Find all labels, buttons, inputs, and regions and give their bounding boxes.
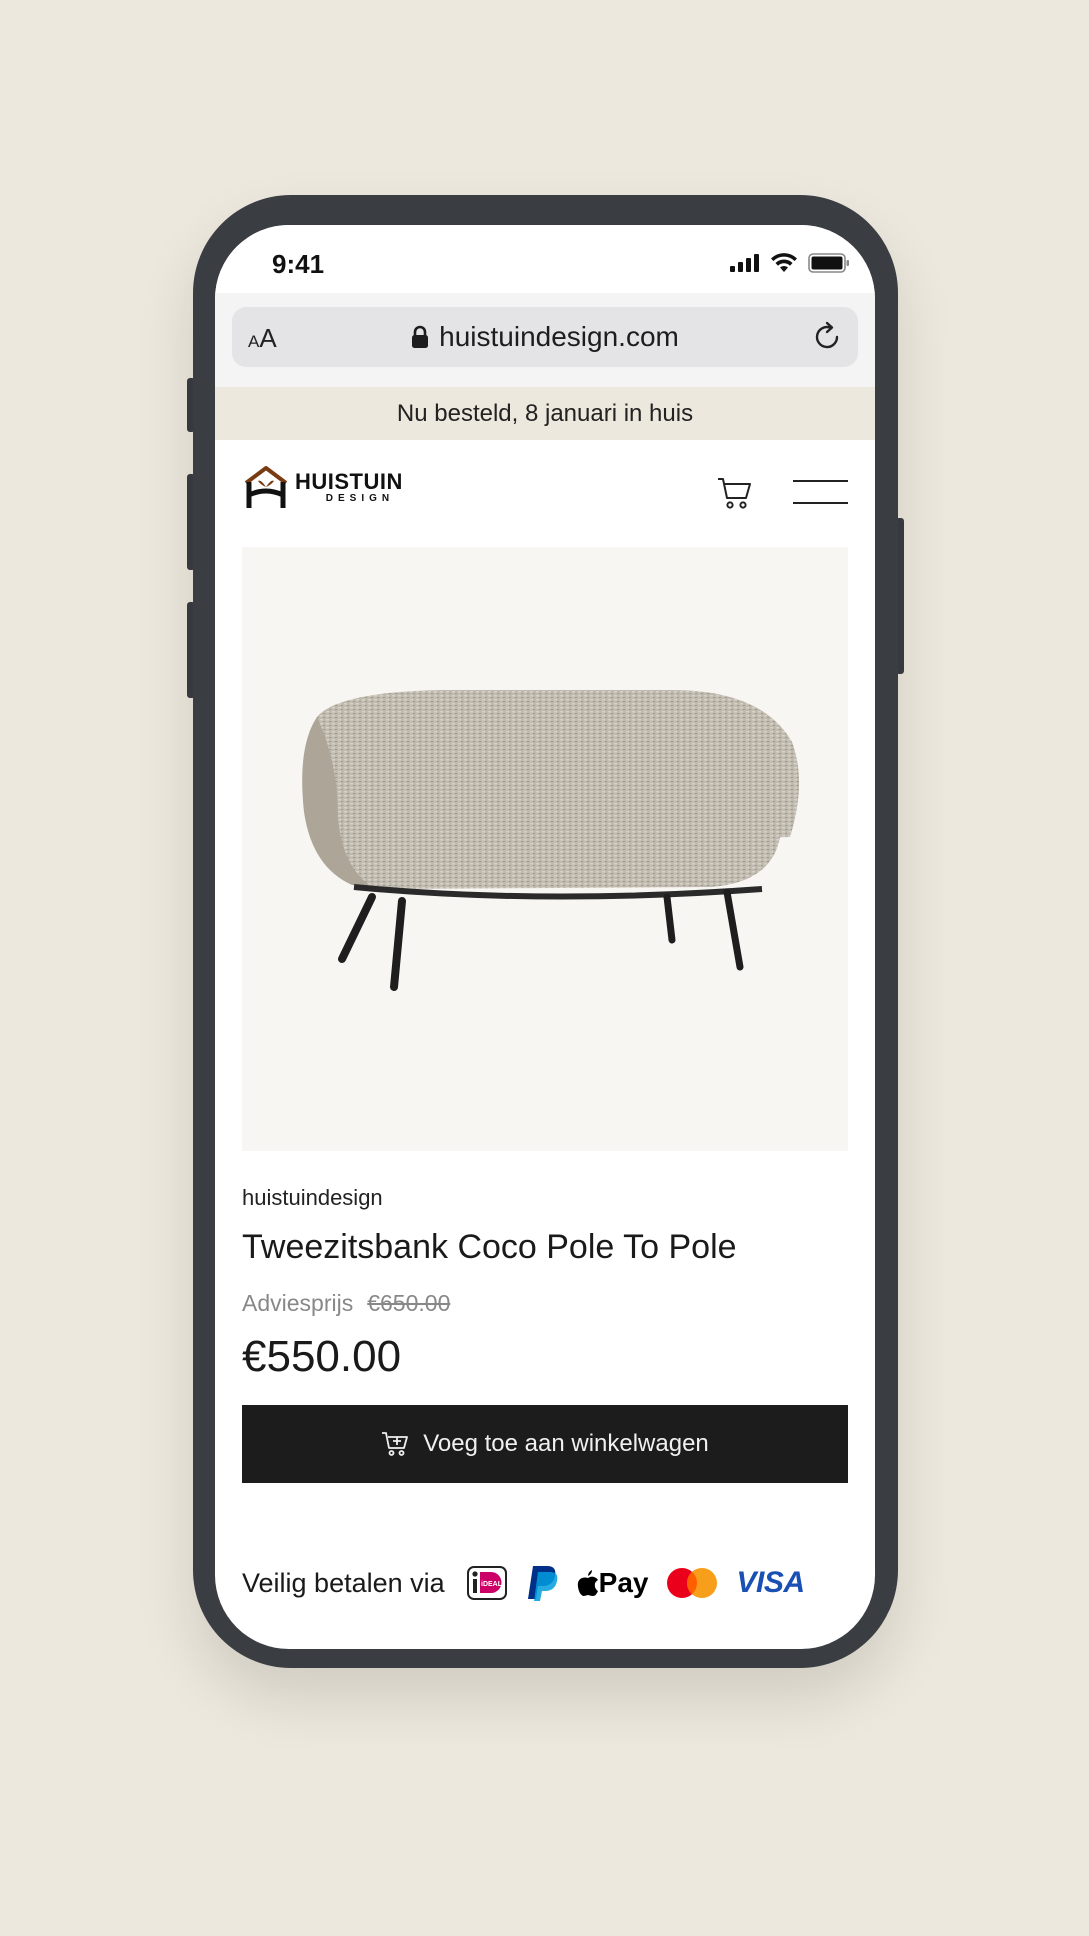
status-bar: 9:41 bbox=[215, 225, 875, 293]
paypal-icon bbox=[527, 1566, 558, 1601]
product-title: Tweezitsbank Coco Pole To Pole bbox=[242, 1228, 737, 1266]
battery-icon bbox=[808, 253, 849, 273]
product-brand[interactable]: huistuindesign bbox=[242, 1185, 383, 1211]
apple-pay-text: Pay bbox=[598, 1567, 649, 1598]
advice-price-row: Adviesprijs €650.00 bbox=[242, 1290, 450, 1317]
url-text: huistuindesign.com bbox=[439, 321, 679, 352]
advice-price-label: Adviesprijs bbox=[242, 1290, 354, 1316]
logo-sub-text: DESIGN bbox=[325, 492, 395, 504]
logo-wordmark: HUISTUIN DESIGN bbox=[295, 468, 403, 504]
reload-icon[interactable] bbox=[810, 320, 844, 354]
url-display: huistuindesign.com bbox=[232, 321, 858, 353]
announcement-bar: Nu besteld, 8 januari in huis bbox=[215, 387, 875, 440]
ideal-icon: iDEAL bbox=[466, 1566, 507, 1600]
site-logo[interactable]: HUISTUIN DESIGN bbox=[243, 465, 403, 509]
add-to-cart-label: Voeg toe aan winkelwagen bbox=[423, 1430, 709, 1457]
product-image[interactable] bbox=[242, 547, 848, 1151]
wifi-icon bbox=[771, 253, 797, 272]
add-to-cart-icon bbox=[382, 1432, 409, 1456]
phone-screen: 9:41 AA huistuindesign.com Nu besteld, 8… bbox=[215, 225, 875, 1649]
old-price: €650.00 bbox=[367, 1290, 451, 1316]
status-time: 9:41 bbox=[272, 249, 325, 279]
house-logo-icon bbox=[244, 466, 288, 508]
sofa-image bbox=[302, 690, 800, 991]
mastercard-icon bbox=[667, 1568, 718, 1598]
payment-label: Veilig betalen via bbox=[242, 1567, 445, 1598]
ideal-icon-text: iDEAL bbox=[481, 1581, 503, 1588]
logo-main-text: HUISTUIN bbox=[295, 468, 403, 494]
payment-icons: iDEAL Pay VISA bbox=[466, 1564, 805, 1602]
apple-logo-icon bbox=[577, 1570, 598, 1596]
cellular-signal-icon bbox=[730, 254, 759, 272]
address-bar[interactable]: AA huistuindesign.com bbox=[232, 307, 858, 367]
product-price: €550.00 bbox=[242, 1332, 402, 1381]
lock-icon bbox=[412, 325, 429, 348]
hamburger-menu-icon[interactable] bbox=[793, 480, 848, 504]
apple-pay-icon: Pay bbox=[577, 1567, 649, 1599]
page-background: 9:41 AA huistuindesign.com Nu besteld, 8… bbox=[0, 0, 1089, 1936]
visa-icon: VISA bbox=[736, 1566, 805, 1599]
payment-methods-row: Veilig betalen via iDEAL Pay VISA bbox=[242, 1558, 848, 1608]
cart-icon[interactable] bbox=[717, 476, 753, 510]
browser-toolbar: AA huistuindesign.com bbox=[215, 293, 875, 387]
add-to-cart-button[interactable]: Voeg toe aan winkelwagen bbox=[242, 1405, 848, 1483]
site-header: HUISTUIN DESIGN bbox=[215, 440, 875, 540]
status-icons bbox=[730, 253, 850, 273]
